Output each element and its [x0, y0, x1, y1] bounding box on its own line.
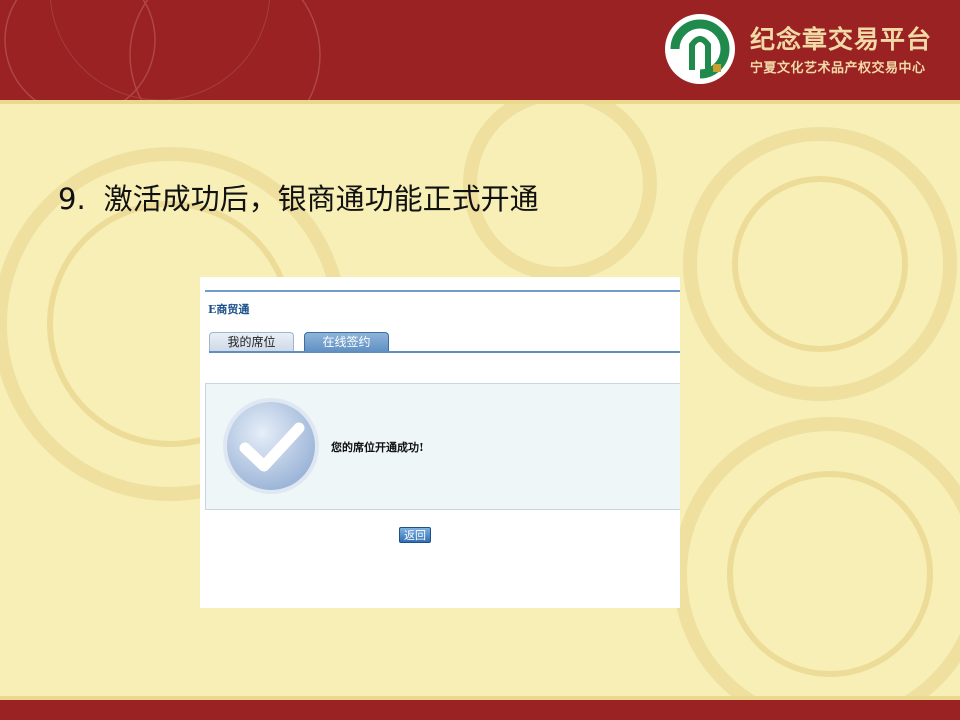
step-text: 激活成功后，银商通功能正式开通 [103, 182, 539, 216]
footer-band [0, 700, 960, 720]
embedded-screenshot: E商贸通 我的席位 在线签约 您的席位开通成功! 返回 [200, 277, 680, 608]
back-button[interactable]: 返回 [399, 527, 431, 543]
success-message: 您的席位开通成功! [331, 441, 424, 454]
step-heading: 9. 激活成功后，银商通功能正式开通 [58, 176, 539, 218]
tab-underline [209, 351, 680, 353]
decorative-circles [4, 0, 321, 100]
tab-online-signing[interactable]: 在线签约 [304, 332, 389, 352]
tab-my-seat[interactable]: 我的席位 [209, 332, 294, 352]
brand-title: 纪念章交易平台 [750, 25, 933, 54]
success-panel: 您的席位开通成功! [205, 383, 680, 510]
app-title: E商贸通 [208, 303, 250, 316]
arch-logo-icon [665, 14, 735, 84]
header-band: 纪念章交易平台 宁夏文化艺术品产权交易中心 [0, 0, 960, 100]
step-number: 9. [58, 182, 86, 216]
checkmark-icon [223, 398, 319, 494]
brand-subtitle: 宁夏文化艺术品产权交易中心 [750, 61, 926, 76]
top-divider [205, 290, 680, 292]
